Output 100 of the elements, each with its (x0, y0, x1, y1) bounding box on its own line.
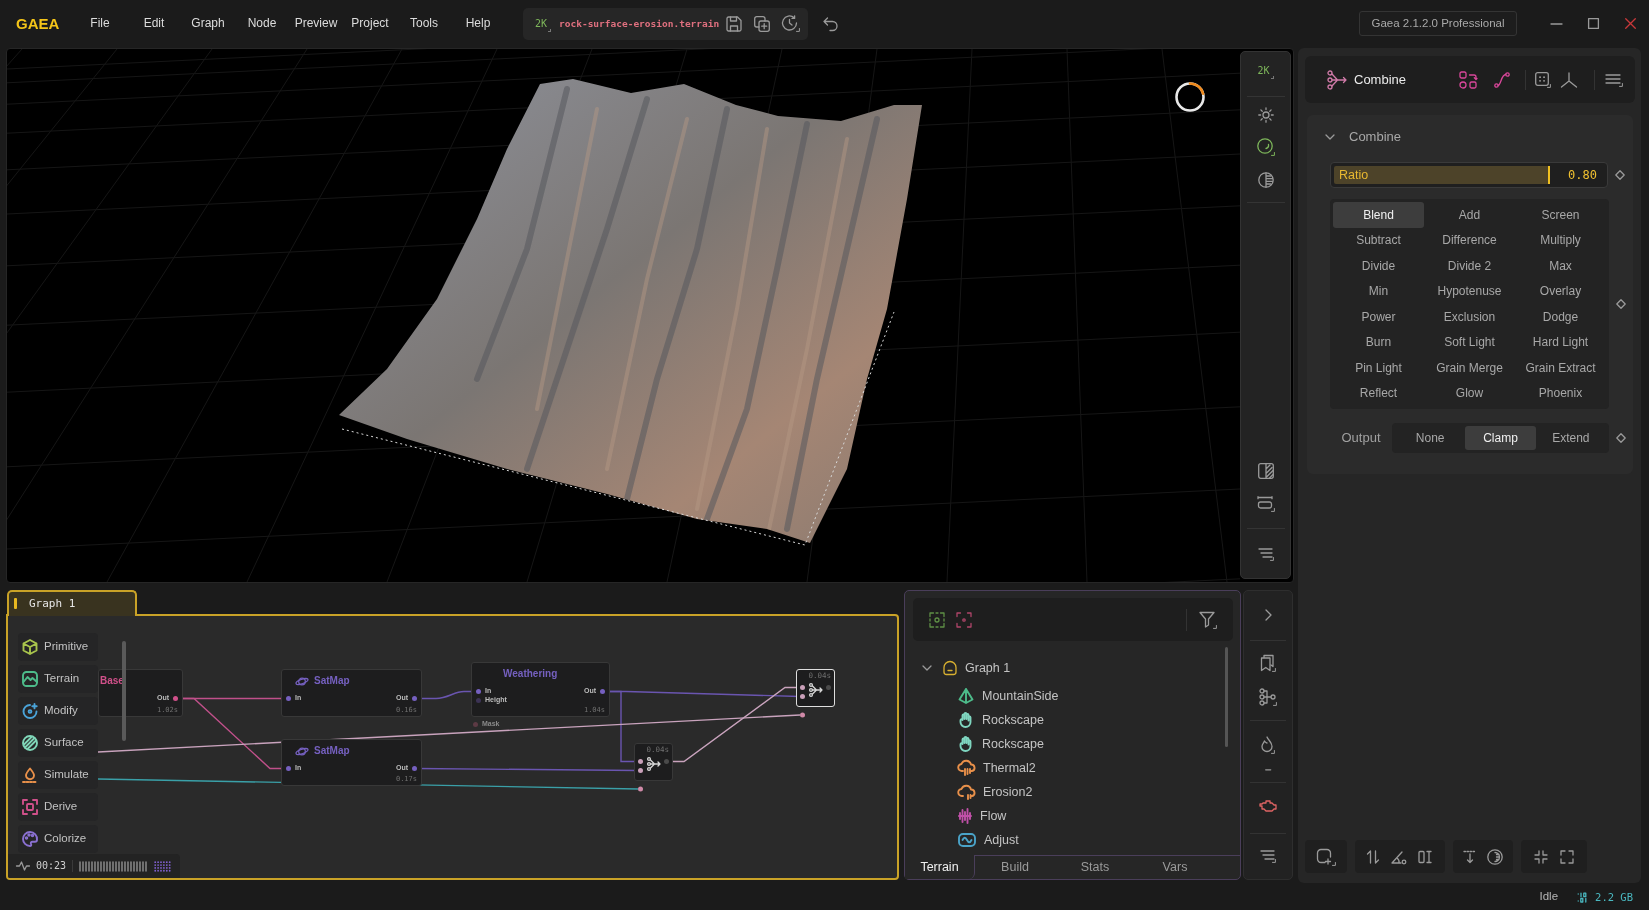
tree-item[interactable]: Thermal2 (905, 756, 1218, 780)
menu-icon[interactable] (1605, 72, 1623, 87)
keyframe-icon[interactable] (1615, 170, 1625, 180)
chevron-right-icon[interactable] (1264, 609, 1272, 621)
menu-item[interactable]: Tools (397, 16, 451, 31)
node-graph-icon[interactable] (1259, 688, 1277, 706)
save-icon[interactable] (726, 15, 742, 32)
ratio-slider[interactable]: Ratio 0.80 (1330, 162, 1608, 188)
focus-icon[interactable] (929, 611, 945, 628)
category-item[interactable]: Derive (18, 793, 98, 821)
menu-item[interactable]: Edit (127, 16, 181, 31)
mode-option[interactable]: Divide 2 (1424, 253, 1515, 279)
tree-item[interactable]: Rockscape (905, 732, 1218, 756)
fullscreen-icon[interactable] (1560, 849, 1575, 864)
menu-icon[interactable] (1257, 547, 1274, 561)
menu-item[interactable]: File (73, 16, 127, 31)
swap-icon[interactable] (1459, 70, 1477, 89)
mode-option[interactable]: Grain Merge (1424, 355, 1515, 381)
mode-option[interactable]: Phoenix (1515, 380, 1606, 406)
bracket-icon[interactable] (1418, 849, 1434, 864)
tree-item[interactable]: Adjust (905, 828, 1218, 852)
tree-item[interactable]: Erosion2 (905, 780, 1218, 804)
angle-icon[interactable] (1391, 849, 1407, 864)
port-icon[interactable] (638, 786, 643, 792)
tree-item[interactable]: Rockscape (905, 708, 1218, 732)
panel-tab[interactable]: Vars (1135, 856, 1215, 879)
mode-option[interactable]: Max (1515, 253, 1606, 279)
keyframe-icon[interactable] (1616, 433, 1626, 443)
curve-icon[interactable] (1494, 71, 1510, 88)
mode-option[interactable]: Blend (1333, 202, 1424, 228)
graph-tab[interactable]: Graph 1 (7, 590, 137, 616)
port-icon[interactable] (173, 696, 178, 701)
port-icon[interactable] (412, 696, 417, 701)
3d-viewport[interactable]: 2K (6, 48, 1294, 583)
coin-icon[interactable] (1487, 848, 1503, 865)
tree-item[interactable]: Flow (905, 804, 1218, 828)
resolution-button[interactable]: 2K (535, 17, 552, 30)
menu-item[interactable]: Preview (289, 16, 343, 31)
category-item[interactable]: Colorize (18, 825, 98, 853)
mode-option[interactable]: Power (1333, 304, 1424, 330)
close-icon[interactable] (1625, 18, 1636, 29)
mode-option[interactable]: Exclusion (1424, 304, 1515, 330)
mode-option[interactable]: Soft Light (1424, 329, 1515, 355)
minimize-icon[interactable] (1551, 22, 1562, 25)
mode-option[interactable]: Overlay (1515, 278, 1606, 304)
drop-down-arrow-icon[interactable] (1463, 849, 1477, 864)
chevron-icon[interactable] (922, 665, 932, 671)
filter-icon[interactable] (1199, 610, 1217, 629)
ruler-icon[interactable] (1256, 496, 1275, 512)
mode-option[interactable]: Reflect (1333, 380, 1424, 406)
category-item[interactable]: Primitive (18, 633, 98, 661)
resolution-button[interactable]: 2K (1257, 65, 1274, 77)
history-icon[interactable] (782, 15, 800, 32)
split-view-icon[interactable] (1257, 463, 1274, 479)
panel-tab[interactable]: Terrain (905, 855, 975, 879)
bookmarks-icon[interactable] (1260, 654, 1276, 672)
contrast-icon[interactable] (1257, 172, 1274, 188)
collapse-icon[interactable] (1533, 849, 1548, 864)
tree-item[interactable]: MountainSide (905, 684, 1218, 708)
frame-select-icon[interactable] (956, 611, 972, 628)
category-item[interactable]: Surface (18, 729, 98, 757)
port-icon[interactable] (800, 712, 805, 718)
grid-icon[interactable] (1535, 71, 1551, 88)
mode-option[interactable]: Pin Light (1333, 355, 1424, 381)
undo-icon[interactable] (823, 16, 838, 31)
port-icon[interactable] (286, 696, 291, 701)
maximize-icon[interactable] (1588, 18, 1599, 29)
output-option[interactable]: None (1395, 426, 1466, 450)
mode-option[interactable]: Min (1333, 278, 1424, 304)
mode-option[interactable]: Dodge (1515, 304, 1606, 330)
add-shape-icon[interactable] (1316, 847, 1336, 866)
menu-icon[interactable] (1260, 849, 1276, 863)
menu-item[interactable]: Node (235, 16, 289, 31)
mode-option[interactable]: Subtract (1333, 227, 1424, 253)
keyframe-icon[interactable] (1616, 299, 1626, 309)
category-item[interactable]: Terrain (18, 665, 98, 693)
port-icon[interactable] (286, 766, 291, 771)
axes-icon[interactable] (1560, 71, 1578, 88)
port-icon[interactable] (600, 689, 605, 694)
mode-option[interactable]: Add (1424, 202, 1515, 228)
flame-icon[interactable] (1261, 736, 1275, 754)
flip-arrows-icon[interactable] (1366, 849, 1380, 864)
mode-option[interactable]: Glow (1424, 380, 1515, 406)
chevron-icon[interactable] (1325, 134, 1335, 140)
mode-option[interactable]: Difference (1424, 227, 1515, 253)
category-item[interactable]: Simulate (18, 761, 98, 789)
menu-item[interactable]: Help (451, 16, 505, 31)
output-option[interactable]: Extend (1535, 426, 1606, 450)
engine-icon[interactable] (1259, 799, 1277, 813)
panel-tab[interactable]: Build (975, 856, 1055, 879)
sphere-icon[interactable] (1256, 138, 1275, 156)
copy-icon[interactable] (754, 15, 770, 32)
tree-item[interactable]: Graph 1 (905, 656, 1218, 680)
mode-option[interactable]: Divide (1333, 253, 1424, 279)
mode-option[interactable]: Grain Extract (1515, 355, 1606, 381)
panel-tab[interactable]: Stats (1055, 856, 1135, 879)
scrollbar[interactable] (1225, 647, 1228, 747)
mode-option[interactable]: Hypotenuse (1424, 278, 1515, 304)
category-item[interactable]: Modify (18, 697, 98, 725)
menu-item[interactable]: Project (343, 16, 397, 31)
